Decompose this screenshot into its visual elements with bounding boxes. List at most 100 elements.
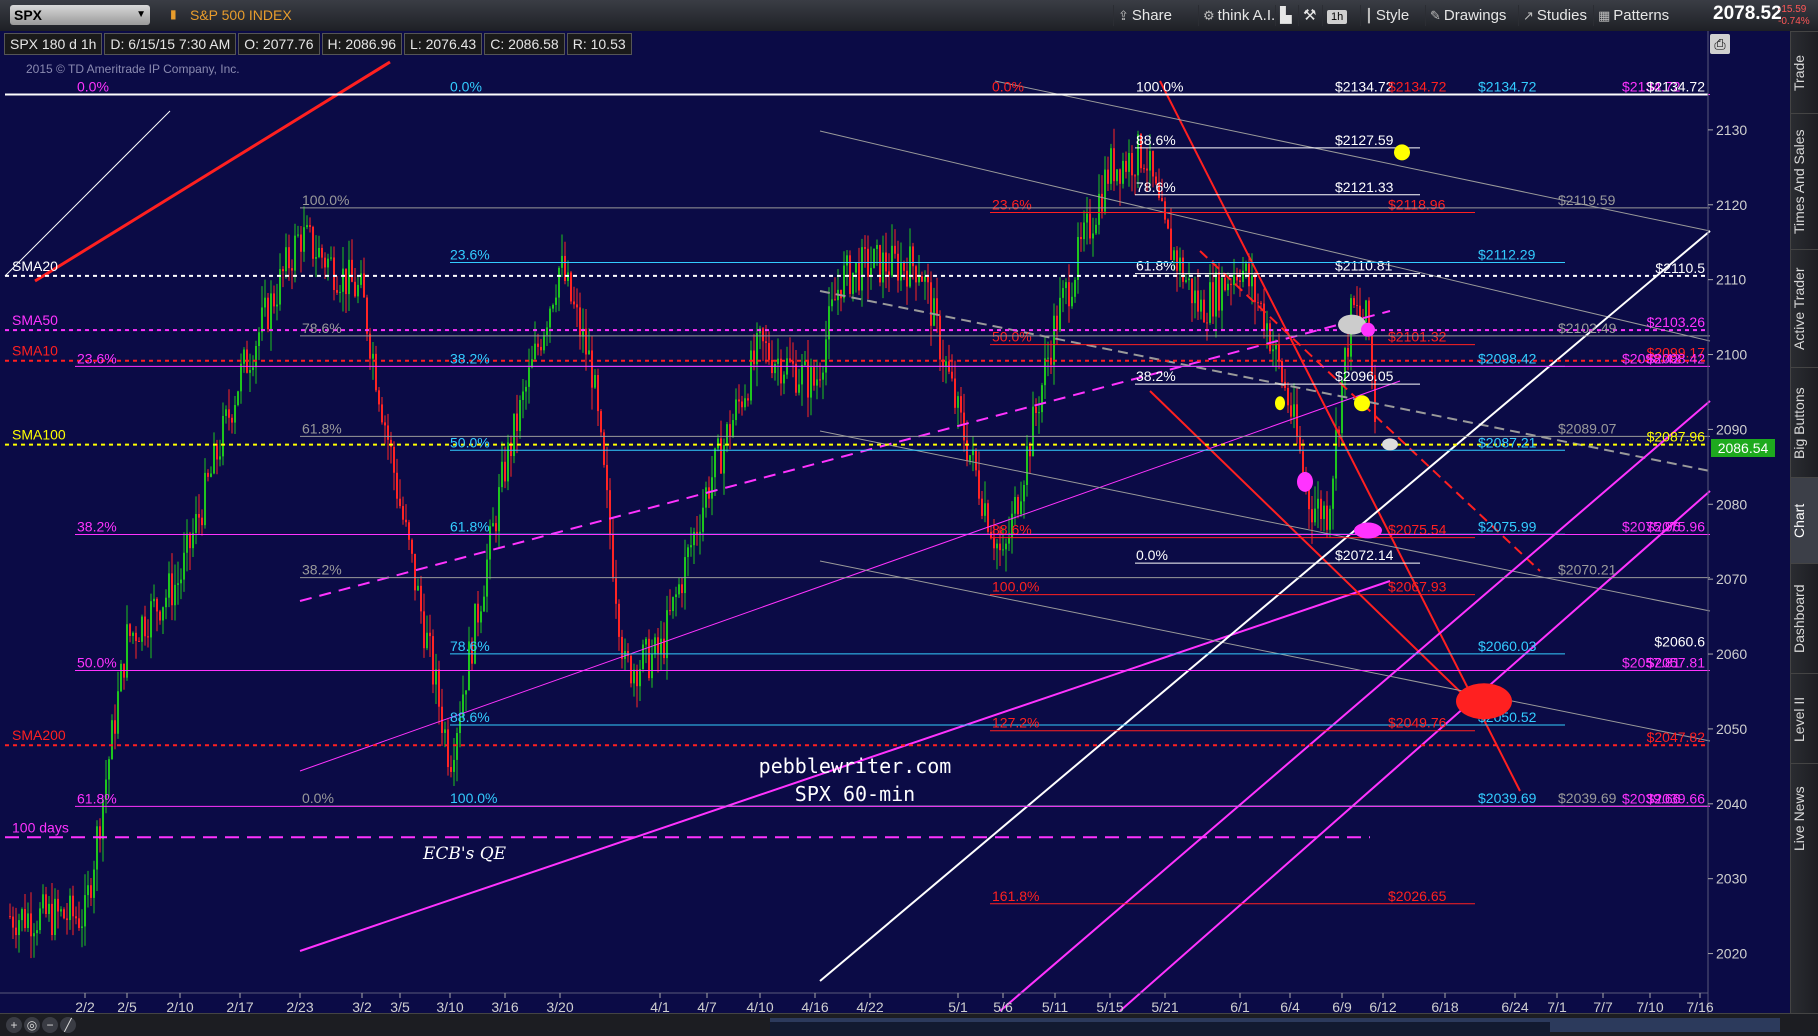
tab-times-and-sales[interactable]: Times And Sales (1791, 113, 1818, 250)
patterns-button[interactable]: ▦ Patterns (1593, 5, 1673, 26)
candle-body (78, 918, 80, 928)
y-tick-label: 2070 (1716, 571, 1747, 587)
candle-body (18, 920, 20, 936)
candle-body (840, 289, 842, 299)
candle-body (1230, 283, 1232, 286)
candle-body (774, 363, 776, 374)
candle-body (1314, 508, 1316, 523)
candle-body (1101, 193, 1103, 212)
candle-body (405, 519, 407, 523)
candle-body (684, 557, 686, 594)
ma-label: SMA20 (12, 258, 58, 274)
candle-body (477, 603, 479, 623)
annotation-qe: ECB's QE (422, 844, 507, 864)
tab-chart[interactable]: Chart (1791, 477, 1818, 564)
candle-body (87, 885, 89, 896)
candle-body (168, 573, 170, 598)
level-label: $2060.6 (1654, 634, 1705, 650)
candle-body (843, 265, 845, 299)
candle-body (885, 252, 887, 272)
candle-body (855, 262, 857, 273)
candle-body (345, 268, 347, 295)
fib-pct: 0.0% (302, 790, 334, 806)
candle-body (732, 420, 734, 438)
fib-price: $2067.93 (1388, 579, 1447, 595)
candle-body (90, 885, 92, 898)
candle-body (339, 291, 341, 293)
candle-body (639, 669, 641, 687)
candle-body (411, 539, 413, 554)
share-button[interactable]: ⇪ Share (1113, 5, 1176, 26)
tab-level-ii[interactable]: Level II (1791, 673, 1818, 764)
tab-trade[interactable]: Trade (1791, 31, 1818, 114)
think-ai-button[interactable]: ⚙ think A.I. (1198, 5, 1279, 26)
candle-body (540, 346, 542, 351)
zoom-out-icon[interactable]: − (42, 1017, 58, 1033)
candle-body (1029, 446, 1031, 457)
chart-tools[interactable]: ⎙ (1710, 34, 1730, 54)
candle-body (1128, 152, 1130, 172)
candle-body (381, 404, 383, 423)
candle-body (1014, 496, 1016, 514)
candle-body (561, 255, 563, 268)
candle-body (657, 637, 659, 655)
candle-body (186, 533, 188, 553)
candle-body (702, 507, 704, 532)
style-button[interactable]: ┃ Style (1360, 5, 1413, 26)
zoom-in-icon[interactable]: + (6, 1017, 22, 1033)
watermark: 2015 © TD Ameritrade IP Company, Inc. (26, 62, 240, 76)
candle-body (255, 346, 257, 368)
last-price: 2078.52 (1713, 3, 1782, 24)
candle-body (1086, 213, 1088, 223)
candle-body (330, 257, 332, 259)
candle-body (27, 913, 29, 929)
candle-body (999, 543, 1001, 551)
cursor-icon[interactable]: ╱ (60, 1017, 76, 1033)
x-tick-label: 2/23 (286, 999, 313, 1013)
fib-pct: 38.2% (77, 519, 117, 535)
candle-body (159, 611, 161, 621)
fib-pct: 0.0% (1136, 547, 1168, 563)
candle-body (801, 365, 803, 385)
drawings-button[interactable]: ✎ Drawings (1425, 5, 1510, 26)
fib-price: $2072.14 (1335, 547, 1394, 563)
candle-body (363, 273, 365, 298)
candle-body (438, 669, 440, 707)
indicator-icon-button[interactable]: ▙ (1275, 5, 1296, 26)
candle-body (912, 246, 914, 267)
tab-live-news[interactable]: Live News (1791, 763, 1818, 874)
candle-body (219, 456, 221, 460)
ma-label: SMA50 (12, 312, 58, 328)
time-scrollbar[interactable] (770, 1018, 1780, 1036)
fib-price: $2075.99 (1478, 518, 1537, 534)
fib-pct: 61.8% (77, 790, 117, 806)
chevron-down-icon[interactable]: ▼ (136, 5, 146, 25)
x-tick-label: 6/24 (1501, 999, 1528, 1013)
candle-body (198, 513, 200, 518)
studies-button[interactable]: ↗ Studies (1518, 5, 1591, 26)
candle-body (738, 399, 740, 402)
candle-body (249, 370, 251, 373)
candle-body (222, 415, 224, 457)
price-chart[interactable]: SMA20 SMA50 SMA10 SMA100 SMA200 100 days 100.0… (0, 31, 1790, 1013)
candle-body (258, 332, 260, 347)
candle-body (213, 443, 215, 474)
tab-big-buttons[interactable]: Big Buttons (1791, 367, 1818, 478)
candle-body (903, 262, 905, 271)
symbol-period: SPX 180 d 1h (4, 33, 103, 55)
scroll-thumb[interactable] (770, 1022, 1550, 1036)
zoom-fit-icon[interactable]: ◎ (24, 1017, 40, 1033)
candle-body (132, 632, 134, 636)
candle-body (240, 363, 242, 392)
x-tick-label: 3/16 (491, 999, 518, 1013)
symbol-input[interactable]: SPX ▼ (10, 5, 150, 25)
fib-pct: 38.2% (1136, 368, 1176, 384)
tab-dashboard[interactable]: Dashboard (1791, 563, 1818, 674)
candle-body (951, 371, 953, 379)
candle-body (618, 603, 620, 637)
wrench-button[interactable]: ⚒ (1298, 5, 1320, 26)
tab-active-trader[interactable]: Active Trader (1791, 249, 1818, 368)
candle-body (60, 909, 62, 912)
candle-body (636, 669, 638, 687)
timeframe-button[interactable]: 1h (1322, 5, 1351, 26)
